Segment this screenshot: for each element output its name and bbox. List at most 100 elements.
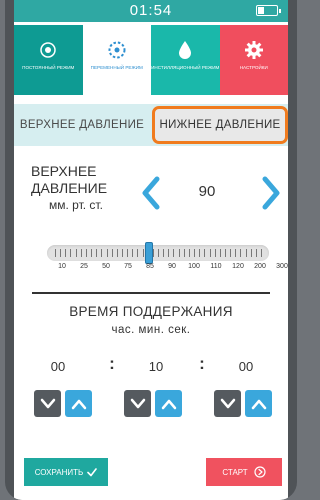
slider-tick bbox=[245, 249, 247, 257]
hold-time-title: ВРЕМЯ ПОДДЕРЖАНИЯ bbox=[69, 304, 233, 319]
time-separator: : bbox=[109, 354, 115, 373]
chevron-up-icon bbox=[71, 399, 86, 409]
slider-tick bbox=[101, 249, 103, 257]
slider-tick bbox=[178, 249, 180, 257]
slider-tick-label: 50 bbox=[102, 263, 110, 270]
slider-tick-label: 300 bbox=[276, 263, 288, 270]
mode-tab-constant[interactable]: постоянный режим bbox=[14, 25, 83, 95]
slider-tick-labels: 10 25 50 75 85 90 100 110 120 200 300 bbox=[14, 263, 288, 273]
checkmark-icon bbox=[87, 467, 98, 476]
slider-tick-label: 110 bbox=[210, 263, 222, 270]
slider-tick bbox=[240, 249, 242, 257]
save-button[interactable]: СОХРАНИТЬ bbox=[24, 458, 108, 486]
slider-tick bbox=[219, 249, 221, 257]
chevron-up-icon bbox=[161, 399, 176, 409]
pressure-tabs: ВЕРХНЕЕ ДАВЛЕНИЕ НИЖНЕЕ ДАВЛЕНИЕ bbox=[14, 104, 288, 146]
pressure-units: мм. рт. ст. bbox=[49, 198, 103, 212]
slider-tick bbox=[163, 249, 165, 257]
slider-tick bbox=[70, 249, 72, 257]
slider-tick bbox=[194, 249, 196, 257]
minutes-down-button[interactable] bbox=[124, 390, 151, 417]
minutes-value: 10 bbox=[148, 359, 164, 374]
device-frame: 01:54 постоянный режим переменный режим bbox=[5, 0, 297, 500]
slider-tick bbox=[91, 249, 93, 257]
status-bar: 01:54 bbox=[14, 0, 288, 22]
slider-tick bbox=[255, 249, 257, 257]
battery-icon bbox=[256, 5, 281, 16]
slider-tick bbox=[106, 249, 108, 257]
slider-tick-label: 120 bbox=[232, 263, 244, 270]
chevron-left-icon bbox=[142, 176, 160, 210]
hours-value: 00 bbox=[50, 359, 66, 374]
slider-tick bbox=[132, 249, 134, 257]
pressure-label: ВЕРХНЕЕ ДАВЛЕНИЕ мм. рт. ст. bbox=[31, 163, 141, 214]
mode-tab-settings[interactable]: настройки bbox=[219, 25, 288, 95]
mode-tab-instillation[interactable]: инстилляционный режим bbox=[151, 25, 220, 95]
slider-tick bbox=[224, 249, 226, 257]
slider-tick-label: 200 bbox=[254, 263, 266, 270]
slider-tick bbox=[204, 249, 206, 257]
slider-tick-label: 75 bbox=[124, 263, 132, 270]
tab-lower-pressure[interactable]: НИЖНЕЕ ДАВЛЕНИЕ bbox=[152, 106, 288, 144]
screen: 01:54 постоянный режим переменный режим bbox=[14, 0, 288, 500]
slider-tick-label: 10 bbox=[58, 263, 66, 270]
gear-icon bbox=[244, 37, 264, 63]
seconds-up-button[interactable] bbox=[245, 390, 272, 417]
slider-tick bbox=[173, 249, 175, 257]
mode-label: переменный режим bbox=[90, 65, 143, 70]
slider-tick bbox=[235, 249, 237, 257]
mode-label: постоянный режим bbox=[22, 65, 75, 70]
slider-tick-label: 100 bbox=[188, 263, 200, 270]
mode-label: настройки bbox=[239, 65, 268, 70]
mode-bar: постоянный режим переменный режим инстил… bbox=[14, 25, 288, 95]
pressure-label-line1: ВЕРХНЕЕ bbox=[31, 163, 97, 179]
increase-pressure-button[interactable] bbox=[260, 176, 282, 210]
hours-up-button[interactable] bbox=[65, 390, 92, 417]
slider-tick bbox=[250, 249, 252, 257]
save-label: СОХРАНИТЬ bbox=[34, 467, 84, 477]
slider-tick bbox=[60, 249, 62, 257]
slider-tick bbox=[96, 249, 98, 257]
tab-upper-pressure[interactable]: ВЕРХНЕЕ ДАВЛЕНИЕ bbox=[14, 104, 150, 146]
chevron-down-icon bbox=[130, 398, 145, 408]
play-circle-icon bbox=[254, 466, 266, 478]
decrease-pressure-button[interactable] bbox=[140, 176, 162, 210]
dot-circle-icon bbox=[39, 37, 57, 63]
chevron-right-icon bbox=[262, 176, 280, 210]
pressure-label-line2: ДАВЛЕНИЕ bbox=[31, 180, 108, 196]
slider-tick bbox=[168, 249, 170, 257]
slider-thumb[interactable] bbox=[145, 242, 154, 264]
slider-tick-label: 25 bbox=[80, 263, 88, 270]
chevron-down-icon bbox=[40, 398, 55, 408]
pressure-value: 90 bbox=[198, 183, 216, 200]
chevron-down-icon bbox=[220, 398, 235, 408]
slider-tick bbox=[55, 249, 56, 257]
slider-tick bbox=[183, 249, 185, 257]
slider-tick-label: 90 bbox=[168, 263, 176, 270]
seconds-value: 00 bbox=[238, 359, 254, 374]
slider-tick bbox=[188, 249, 190, 257]
start-button[interactable]: СТАРТ bbox=[206, 458, 282, 486]
slider-tick bbox=[142, 249, 144, 257]
divider bbox=[32, 292, 270, 294]
slider-ticks bbox=[55, 245, 262, 261]
slider-tick bbox=[75, 249, 77, 257]
slider-tick bbox=[214, 249, 216, 257]
slider-tick bbox=[137, 249, 139, 257]
seconds-down-button[interactable] bbox=[214, 390, 241, 417]
minutes-up-button[interactable] bbox=[155, 390, 182, 417]
chevron-up-icon bbox=[251, 399, 266, 409]
hours-down-button[interactable] bbox=[34, 390, 61, 417]
drop-icon bbox=[177, 37, 193, 63]
start-label: СТАРТ bbox=[222, 467, 248, 477]
time-separator: : bbox=[199, 354, 205, 373]
slider-tick bbox=[121, 249, 123, 257]
slider-tick bbox=[209, 249, 211, 257]
slider-tick bbox=[261, 249, 262, 257]
slider-tick bbox=[158, 249, 159, 257]
slider-tick bbox=[116, 249, 118, 257]
mode-tab-variable[interactable]: переменный режим bbox=[82, 25, 151, 95]
slider-tick bbox=[127, 249, 129, 257]
slider-tick bbox=[230, 249, 232, 257]
slider-tick bbox=[199, 249, 201, 257]
